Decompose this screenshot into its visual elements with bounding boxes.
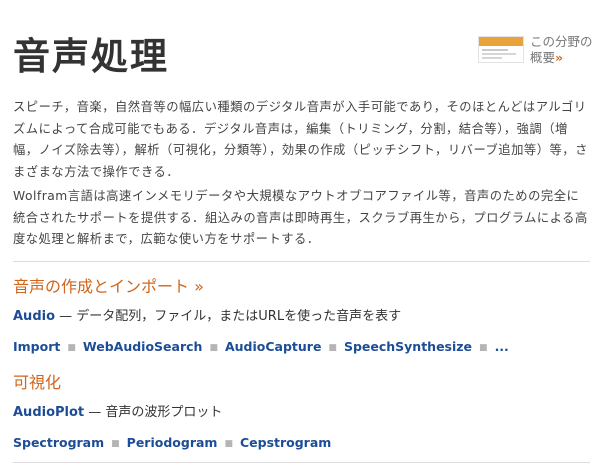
function-list-audio-creation: Import ■ WebAudioSearch ■ AudioCapture ■ Speec… [13, 337, 509, 359]
section-heading-visualization: 可視化 [13, 373, 62, 392]
intro-paragraph-2: Wolfram言語は高速インメモリデータや大規模なアウトオブコアファイル等，音声… [13, 189, 588, 246]
function-link-speechsynthesize[interactable]: SpeechSynthesize [344, 339, 472, 354]
function-link-periodogram[interactable]: Periodogram [127, 435, 218, 450]
function-link-audiocapture[interactable]: AudioCapture [225, 339, 321, 354]
separator-icon: ■ [111, 439, 120, 449]
more-functions-link[interactable]: ... [495, 339, 509, 354]
separator-icon: ■ [479, 343, 488, 353]
intro-paragraph-1: スピーチ，音楽，自然音等の幅広い種類のデジタル音声が入手可能であり，そのほとんど… [13, 100, 588, 179]
separator-icon: ■ [224, 439, 233, 449]
function-description: — 音声の波形プロット [84, 405, 223, 420]
overview-label[interactable]: この分野の概要» [530, 34, 600, 66]
overview-arrow-icon[interactable]: » [555, 50, 563, 65]
function-list-visualization: Spectrogram ■ Periodogram ■ Cepstrogram [13, 433, 331, 455]
function-link-spectrogram[interactable]: Spectrogram [13, 435, 104, 450]
section-heading-audio-creation[interactable]: 音声の作成とインポート » [13, 276, 204, 298]
overview-thumbnail[interactable] [478, 36, 524, 63]
section-divider [13, 261, 590, 262]
function-link-import[interactable]: Import [13, 339, 60, 354]
separator-icon: ■ [67, 343, 76, 353]
overview-link[interactable]: この分野の概要» [478, 34, 598, 68]
primary-function-line: Audio — データ配列，ファイル，またはURLを使った音声を表す [13, 307, 401, 327]
primary-function-line: AudioPlot — 音声の波形プロット [13, 403, 222, 423]
section-divider [13, 462, 590, 463]
separator-icon: ■ [209, 343, 218, 353]
function-link-webaudiosearch[interactable]: WebAudioSearch [83, 339, 203, 354]
function-link-cepstrogram[interactable]: Cepstrogram [240, 435, 331, 450]
page-title: 音声処理 [13, 35, 169, 78]
separator-icon: ■ [328, 343, 337, 353]
function-link-audio[interactable]: Audio [13, 309, 55, 324]
function-description: — データ配列，ファイル，またはURLを使った音声を表す [55, 309, 402, 324]
function-link-audioplot[interactable]: AudioPlot [13, 405, 84, 420]
